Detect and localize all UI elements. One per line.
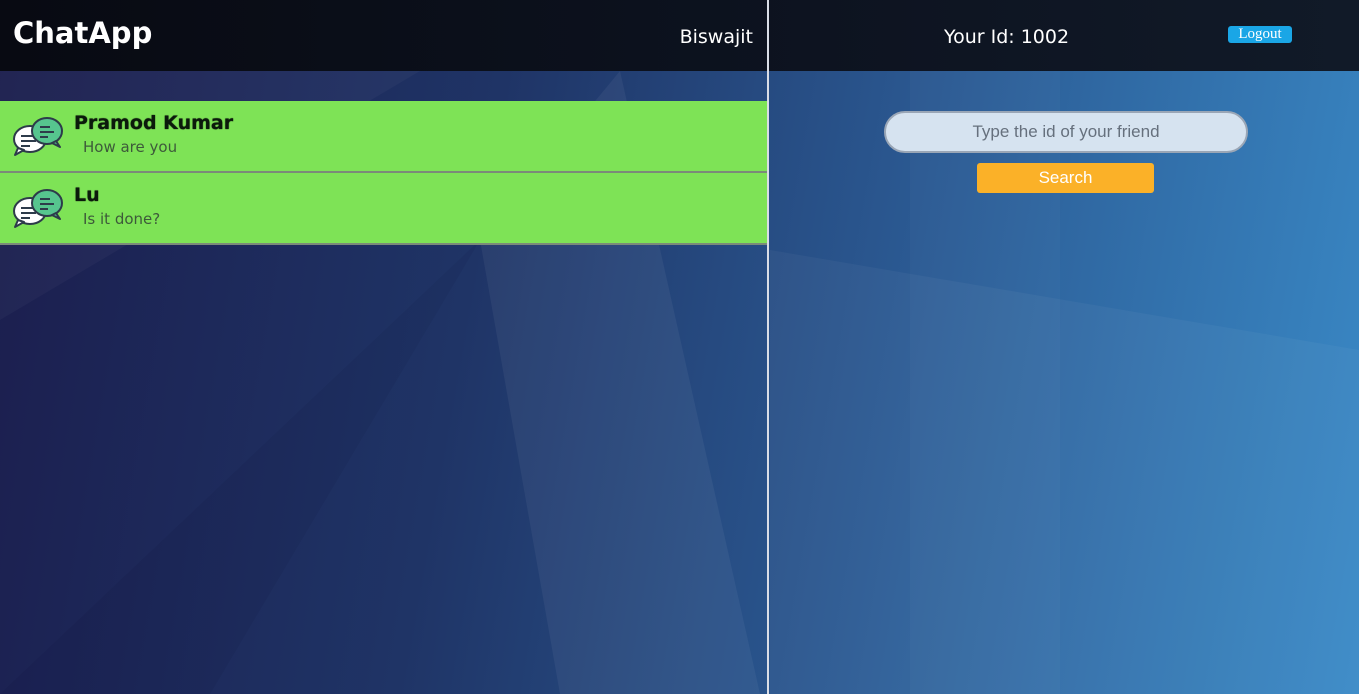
chat-bubbles-icon xyxy=(13,189,63,228)
app-brand: ChatApp xyxy=(13,16,153,50)
chat-contact-name: Lu xyxy=(74,184,100,206)
current-username: Biswajit xyxy=(679,26,753,48)
user-id-label: Your Id: 1002 xyxy=(944,26,1070,48)
chat-item-lu[interactable]: Lu Is it done? xyxy=(0,173,767,245)
chat-bubbles-icon xyxy=(13,117,63,156)
logout-button[interactable]: Logout xyxy=(1228,26,1292,43)
panel-divider xyxy=(767,0,769,694)
friend-id-search-input[interactable] xyxy=(884,111,1248,153)
chat-contact-name: Pramod Kumar xyxy=(74,112,234,134)
chat-last-message: Is it done? xyxy=(83,210,161,228)
top-bar: ChatApp Biswajit Your Id: 1002 Logout xyxy=(0,0,1359,71)
search-button[interactable]: Search xyxy=(977,163,1154,193)
chat-last-message: How are you xyxy=(83,138,178,156)
chat-list: Pramod Kumar How are you Lu Is it done? xyxy=(0,101,767,245)
chat-item-pramod-kumar[interactable]: Pramod Kumar How are you xyxy=(0,101,767,173)
app-window: ChatApp Biswajit Your Id: 1002 Logout Pr… xyxy=(0,0,1359,694)
